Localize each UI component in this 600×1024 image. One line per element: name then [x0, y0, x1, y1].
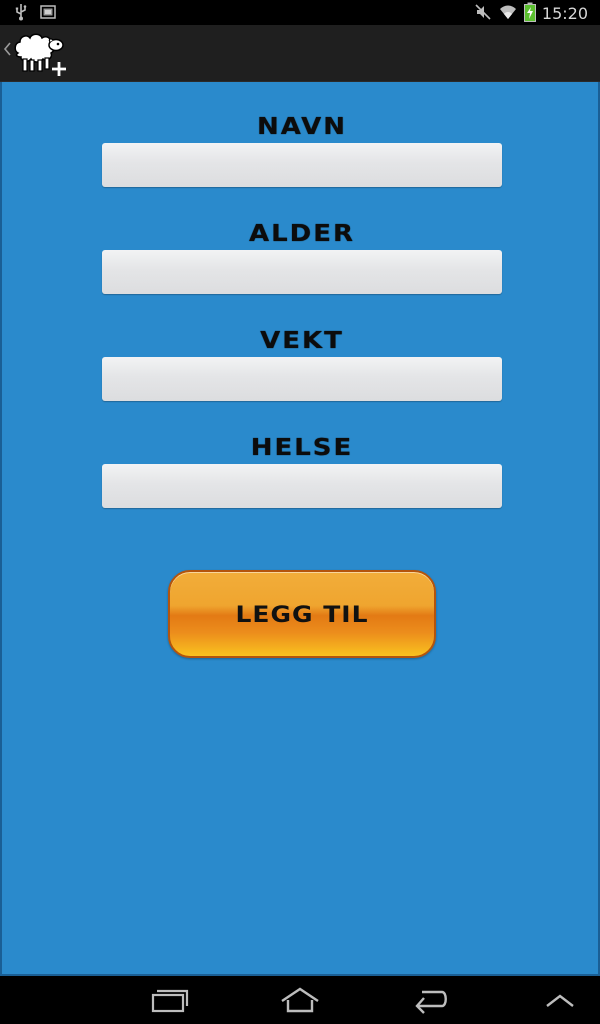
mute-icon — [474, 3, 492, 25]
weight-label: VEKT — [260, 327, 344, 355]
battery-charging-icon — [523, 2, 536, 26]
name-field[interactable] — [102, 143, 502, 187]
age-label: ALDER — [248, 220, 356, 248]
add-button-label: LEGG TIL — [235, 600, 369, 628]
action-bar — [0, 25, 600, 82]
form-panel: NAVN ALDER VEKT HELSE LEGG TIL — [0, 82, 600, 976]
clock: 15:20 — [541, 4, 588, 23]
navigation-bar — [0, 976, 600, 1024]
usb-icon — [14, 3, 28, 25]
recent-apps-icon[interactable] — [151, 986, 189, 1018]
add-button[interactable]: LEGG TIL — [168, 570, 436, 658]
chevron-left-icon[interactable] — [3, 41, 11, 61]
status-bar: 15:20 — [0, 0, 600, 25]
weight-field[interactable] — [102, 357, 502, 401]
wifi-icon — [498, 3, 518, 25]
menu-up-icon[interactable] — [544, 986, 576, 1018]
sim-icon — [40, 4, 56, 24]
sheep-add-icon[interactable] — [12, 29, 68, 81]
age-field[interactable] — [102, 250, 502, 294]
home-icon[interactable] — [279, 986, 321, 1018]
name-label: NAVN — [257, 113, 347, 141]
back-icon[interactable] — [412, 986, 448, 1018]
health-field[interactable] — [102, 464, 502, 508]
health-label: HELSE — [250, 434, 354, 462]
